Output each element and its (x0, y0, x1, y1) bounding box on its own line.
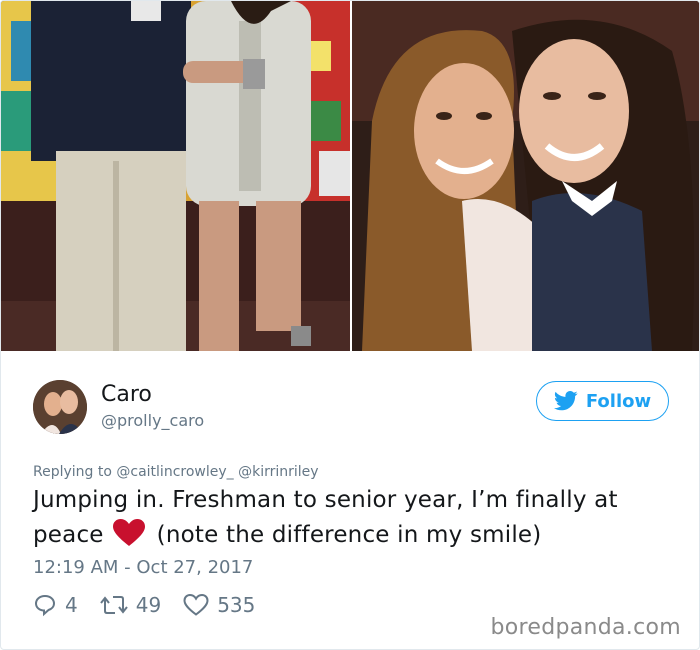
tweet-text: Jumping in. Freshman to senior year, I’m… (33, 483, 673, 553)
retweet-count: 49 (135, 593, 162, 617)
replying-to-line: Replying to @caitlincrowley_ @kirrinrile… (33, 464, 319, 480)
tweet-actions: 4 49 535 (33, 593, 255, 617)
tweet-timestamp[interactable]: 12:19 AM - Oct 27, 2017 (33, 557, 253, 578)
reply-icon (34, 594, 56, 617)
like-heart-icon (183, 593, 209, 616)
author-name[interactable]: Caro (101, 382, 152, 407)
twitter-bird-icon (553, 391, 578, 411)
tweet-text-part1: Jumping in. Freshman to senior year, I’m… (33, 487, 618, 513)
reply-count: 4 (65, 593, 78, 617)
photo-freshman-illustration (1, 1, 350, 351)
follow-label: Follow (585, 390, 652, 412)
tweet-text-part2: peace (33, 522, 104, 548)
retweet-action[interactable]: 49 (99, 593, 162, 617)
watermark: boredpanda.com (490, 615, 681, 640)
red-heart-emoji-icon (113, 519, 146, 546)
tweet-photos[interactable] (1, 1, 699, 351)
reply-mention-2[interactable]: @kirrinriley (238, 464, 318, 480)
like-count: 535 (217, 593, 256, 617)
retweet-icon (99, 596, 128, 614)
photo-senior-illustration (352, 1, 699, 351)
tweet-text-part3: (note the difference in my smile) (156, 522, 542, 548)
tweet-card: Caro @prolly_caro Follow Replying to @ca… (0, 0, 700, 650)
photo-freshman-year[interactable] (1, 1, 350, 351)
author-handle[interactable]: @prolly_caro (101, 411, 204, 430)
photo-senior-year[interactable] (352, 1, 699, 351)
avatar-image (33, 380, 87, 434)
like-action[interactable]: 535 (183, 593, 255, 617)
reply-action[interactable]: 4 (33, 593, 78, 617)
reply-mention-1[interactable]: @caitlincrowley_ (116, 464, 233, 480)
avatar[interactable] (33, 380, 87, 434)
follow-button[interactable]: Follow (536, 381, 669, 421)
replying-prefix: Replying to (33, 464, 112, 480)
